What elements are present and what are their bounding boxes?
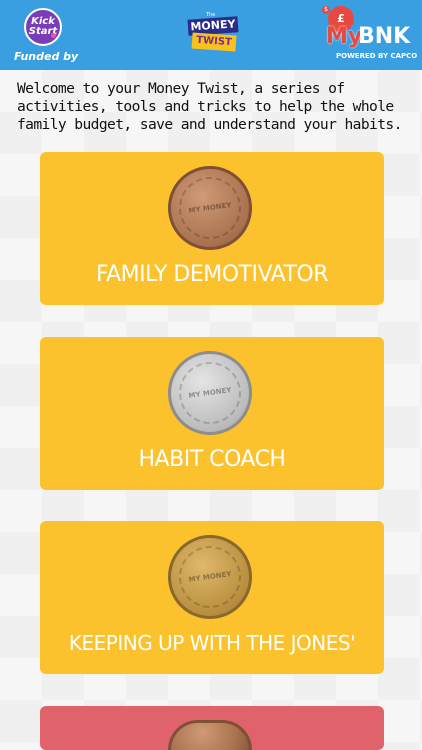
- intro-text: Welcome to your Money Twist, a series of…: [17, 80, 402, 133]
- card-partial[interactable]: [40, 706, 384, 750]
- mybnk-logo[interactable]: $ £ My BNK POWERED BY CAPCO: [322, 6, 417, 64]
- kickstart-badge-icon: Kick Start: [24, 8, 62, 46]
- header-bar: Kick Start Funded by The MONEY TWIST $ £…: [0, 0, 422, 70]
- logo-twist-text: TWIST: [191, 32, 237, 52]
- card-label: HABIT COACH: [138, 447, 286, 472]
- gold-medal-icon: MY MONEY: [168, 535, 252, 619]
- medal-text: MY MONEY: [174, 541, 246, 613]
- powered-by-capco: POWERED BY CAPCO: [336, 52, 418, 60]
- card-family-demotivator[interactable]: MY MONEY FAMILY DEMOTIVATOR: [40, 152, 384, 305]
- kickstart-dot: [51, 33, 56, 38]
- money-twist-logo[interactable]: The MONEY TWIST: [187, 12, 239, 56]
- bronze-medal-icon: MY MONEY: [168, 166, 252, 250]
- medal-text: MY MONEY: [174, 172, 246, 244]
- mybnk-my-text: My: [326, 24, 363, 49]
- kickstart-logo[interactable]: Kick Start Funded by: [14, 6, 84, 64]
- card-label: FAMILY DEMOTIVATOR: [95, 262, 329, 287]
- medal-icon: [168, 720, 252, 750]
- funded-by-label: Funded by: [14, 50, 79, 63]
- medal-text: MY MONEY: [174, 357, 246, 429]
- card-label: KEEPING UP WITH THE JONES': [68, 631, 356, 655]
- mybnk-bnk-text: BNK: [358, 24, 411, 49]
- silver-medal-icon: MY MONEY: [168, 351, 252, 435]
- card-habit-coach[interactable]: MY MONEY HABIT COACH: [40, 337, 384, 490]
- card-keeping-up-with-the-jones[interactable]: MY MONEY KEEPING UP WITH THE JONES': [40, 521, 384, 674]
